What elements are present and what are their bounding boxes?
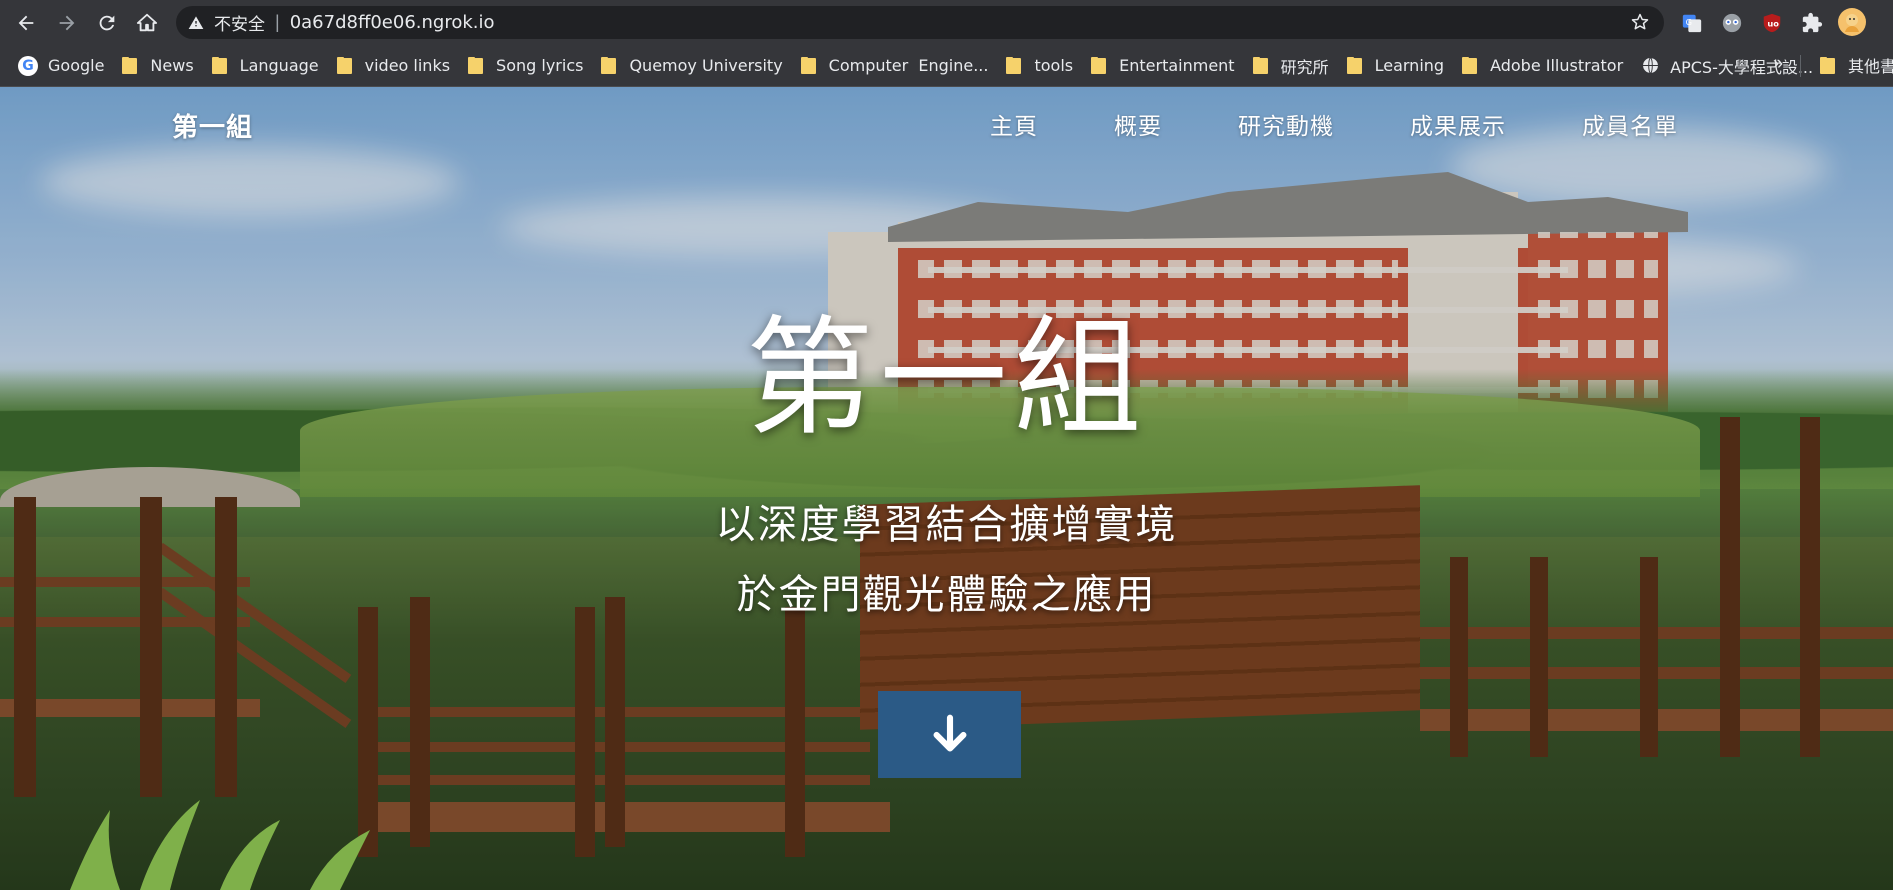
browser-toolbar: 不安全 | 0a67d8ff0e06.ngrok.io G uo	[0, 0, 1893, 45]
folder-icon	[800, 57, 816, 74]
google-icon: G	[18, 55, 38, 76]
arrow-right-icon	[59, 15, 75, 31]
forward-button[interactable]	[53, 9, 81, 37]
bookmark-news[interactable]: News	[114, 51, 201, 81]
bookmark-quemoy-university[interactable]: Quemoy University	[593, 51, 790, 81]
bookmark-entertainment[interactable]: Entertainment	[1083, 51, 1242, 81]
bookmark-label: Entertainment	[1119, 56, 1235, 75]
folder-icon	[336, 57, 352, 74]
bookmark-label: Quemoy University	[629, 56, 783, 75]
bookmark-video-links[interactable]: video links	[329, 51, 458, 81]
svg-text:G: G	[1686, 17, 1692, 27]
site-brand[interactable]: 第一組	[172, 107, 253, 144]
extensions-puzzle-icon[interactable]	[1800, 11, 1824, 35]
warning-icon	[188, 14, 206, 32]
site-nav: 主頁 概要 研究動機 成果展示 成員名單	[990, 107, 1754, 141]
reload-icon	[99, 15, 115, 31]
bookmark-label: Google	[48, 56, 105, 75]
omnibox-divider: |	[275, 12, 280, 32]
hero-section: 第一組 主頁 概要 研究動機 成果展示 成員名單 第一組 以深度學習結合擴增實境…	[0, 87, 1893, 890]
nav-home[interactable]: 主頁	[990, 107, 1038, 141]
owl-extension-icon[interactable]	[1720, 11, 1744, 35]
bookmark-label: video links	[364, 56, 451, 75]
address-bar[interactable]: 不安全 | 0a67d8ff0e06.ngrok.io	[176, 6, 1664, 39]
folder-icon	[1820, 56, 1835, 74]
bookmarks-divider	[1800, 55, 1801, 77]
folder-icon	[1091, 57, 1107, 74]
url-text[interactable]: 0a67d8ff0e06.ngrok.io	[290, 12, 495, 33]
bookmark-learning[interactable]: Learning	[1339, 51, 1452, 81]
home-icon	[136, 13, 158, 32]
bookmark-language[interactable]: Language	[204, 51, 327, 81]
folder-icon	[468, 57, 484, 74]
hero-title: 第一組	[745, 304, 1148, 453]
bookmark-song-lyrics[interactable]: Song lyrics	[460, 51, 591, 81]
bookmark-label: APCS-大學程式設...	[1670, 57, 1814, 77]
home-button[interactable]	[133, 9, 161, 37]
plant-foliage	[70, 800, 370, 890]
bookmark-tools[interactable]: tools	[998, 51, 1081, 81]
bookmark-label: 其他書籤	[1848, 57, 1893, 76]
reload-button[interactable]	[93, 9, 121, 37]
bookmark-label: tools	[1034, 56, 1074, 75]
bookmark-label: News	[150, 56, 194, 75]
folder-icon	[122, 57, 138, 74]
svg-text:uo: uo	[1767, 19, 1779, 29]
bookmarks-overflow-chevron[interactable]: »	[1773, 53, 1783, 74]
avatar-icon	[1845, 14, 1859, 32]
folder-icon	[1006, 57, 1022, 74]
scroll-down-button[interactable]	[878, 691, 1021, 778]
bookmark-label: Song lyrics	[496, 56, 584, 75]
back-button[interactable]	[12, 9, 40, 37]
ublock-icon[interactable]: uo	[1760, 11, 1784, 35]
bookmarks-bar: G Google News Language video links Song l…	[0, 45, 1893, 87]
bookmark-label: Language	[239, 56, 319, 75]
security-label[interactable]: 不安全	[214, 10, 265, 35]
bookmark-star-icon[interactable]	[1630, 12, 1652, 34]
globe-icon	[1642, 57, 1659, 74]
hero-subtitle-line1: 以深度學習結合擴增實境	[715, 502, 1178, 548]
bookmark-label: Computer Engine...	[828, 56, 989, 75]
folder-icon	[1252, 57, 1268, 74]
hero-subtitle-line2: 於金門觀光體驗之應用	[736, 572, 1157, 618]
nav-overview[interactable]: 概要	[1114, 107, 1162, 141]
nav-motivation[interactable]: 研究動機	[1238, 107, 1334, 141]
folder-icon	[211, 57, 227, 74]
translate-icon[interactable]: G	[1680, 11, 1704, 35]
bookmark-computer-engineering[interactable]: Computer Engine...	[793, 51, 997, 81]
bookmark-graduate-institute[interactable]: 研究所	[1245, 51, 1337, 81]
bookmark-label: Learning	[1374, 56, 1445, 75]
bookmark-label: Adobe Illustrator	[1490, 56, 1624, 75]
bookmark-google[interactable]: G Google	[10, 51, 112, 81]
arrow-down-icon	[933, 714, 966, 751]
profile-avatar[interactable]	[1838, 8, 1866, 36]
arrow-left-icon	[18, 15, 34, 31]
bookmark-adobe-illustrator[interactable]: Adobe Illustrator	[1454, 51, 1631, 81]
bookmark-apcs[interactable]: APCS-大學程式設...	[1633, 51, 1821, 81]
folder-icon	[1346, 57, 1362, 74]
folder-icon	[601, 57, 617, 74]
nav-results[interactable]: 成果展示	[1410, 107, 1506, 141]
folder-icon	[1462, 57, 1478, 74]
nav-members[interactable]: 成員名單	[1582, 107, 1678, 141]
other-bookmarks[interactable]: 其他書籤	[1812, 50, 1893, 80]
bookmark-label: 研究所	[1280, 57, 1329, 77]
